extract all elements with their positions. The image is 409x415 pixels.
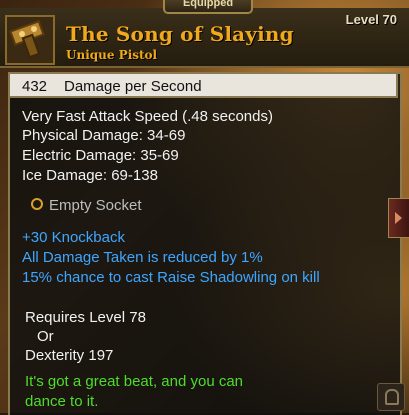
item-name: The Song of Slaying bbox=[66, 22, 294, 46]
chevron-right-icon[interactable] bbox=[388, 198, 409, 238]
bonus-knockback: +30 Knockback bbox=[22, 229, 125, 246]
dps-bar: 432 Damage per Second bbox=[8, 72, 398, 98]
bonus-shadowling: 15% chance to cast Raise Shadowling on k… bbox=[22, 269, 320, 286]
socket-label: Empty Socket bbox=[49, 197, 142, 214]
requires-dexterity: Dexterity 197 bbox=[25, 347, 114, 364]
dps-label: Damage per Second bbox=[64, 78, 202, 95]
pistol-icon bbox=[5, 15, 55, 65]
socket-ring-icon bbox=[31, 198, 43, 210]
lock-icon[interactable] bbox=[377, 383, 405, 411]
electric-damage: Electric Damage: 35-69 bbox=[22, 147, 179, 164]
requires-or: Or bbox=[37, 328, 54, 345]
tooltip-header: The Song of Slaying Unique Pistol Level … bbox=[0, 8, 409, 68]
attack-speed: Very Fast Attack Speed (.48 seconds) bbox=[22, 108, 273, 125]
equipped-tab[interactable]: Equipped bbox=[163, 0, 253, 14]
dps-value: 432 bbox=[22, 78, 48, 95]
bonus-damage-taken: All Damage Taken is reduced by 1% bbox=[22, 249, 263, 266]
flavor-text-line2: dance to it. bbox=[25, 393, 99, 410]
item-type: Unique Pistol bbox=[66, 48, 158, 62]
ice-damage: Ice Damage: 69-138 bbox=[22, 167, 158, 184]
physical-damage: Physical Damage: 34-69 bbox=[22, 127, 186, 144]
flavor-text-line1: It's got a great beat, and you can bbox=[25, 373, 244, 390]
requires-level: Requires Level 78 bbox=[25, 309, 146, 326]
item-level: Level 70 bbox=[345, 12, 397, 27]
